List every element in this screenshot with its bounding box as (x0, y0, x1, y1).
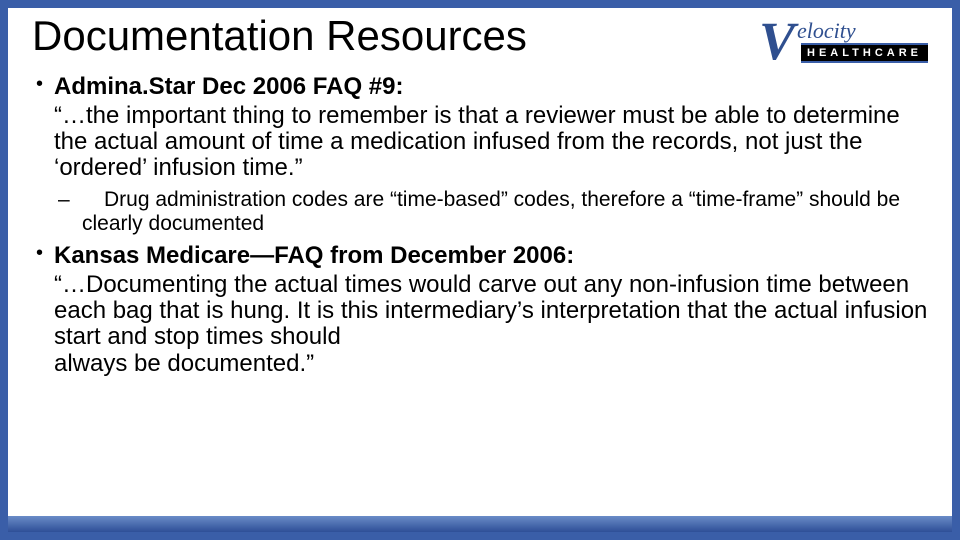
page-title: Documentation Resources (32, 12, 527, 58)
list-item: Kansas Medicare—FAQ from December 2006: … (32, 242, 928, 377)
logo: V elocity HEALTHCARE (759, 12, 928, 68)
item-quote: “…the important thing to remember is tha… (54, 103, 928, 182)
logo-healthcare: HEALTHCARE (801, 43, 928, 63)
list-item: Admina.Star Dec 2006 FAQ #9: “…the impor… (32, 73, 928, 236)
logo-mark: V elocity HEALTHCARE (759, 14, 928, 68)
item-lead: Kansas Medicare—FAQ from December 2006: (54, 242, 574, 269)
logo-v: V (759, 14, 795, 68)
sub-item-text: Drug administration codes are “time-base… (82, 188, 900, 235)
item-quote: “…Documenting the actual times would car… (54, 272, 928, 378)
logo-elocity: elocity (797, 18, 856, 43)
slide-header: Documentation Resources V elocity HEALTH… (32, 12, 928, 68)
sub-list: Drug administration codes are “time-base… (54, 188, 928, 236)
sub-item: Drug administration codes are “time-base… (54, 188, 928, 236)
bullet-list: Admina.Star Dec 2006 FAQ #9: “…the impor… (32, 73, 928, 377)
item-lead: Admina.Star Dec 2006 FAQ #9: (54, 73, 403, 100)
slide: Documentation Resources V elocity HEALTH… (0, 0, 960, 540)
